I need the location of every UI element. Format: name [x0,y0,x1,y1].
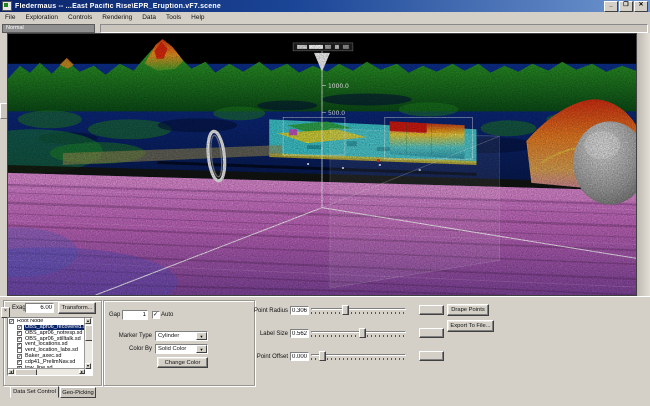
label-size-slider[interactable] [311,328,406,338]
checkbox[interactable] [17,325,22,330]
dataset-control-panel: × Exag: Transform... Root Node OBS_apr06… [0,296,650,406]
drape-points-button[interactable]: Drape Points [447,304,489,316]
tree-vertical-scrollbar[interactable]: ▲ ▼ [84,318,92,369]
point-radius-label: Point Radius [252,308,288,314]
chevron-down-icon[interactable]: ▼ [196,345,207,353]
label-size-extra-button [419,328,444,338]
application-window: Fledermaus -- ...East Pacific Rise\EPR_E… [0,0,650,405]
point-radius-slider[interactable] [311,305,406,315]
auto-label: Auto [161,312,173,318]
tab-geo-picking[interactable]: Geo-Picking [60,387,96,398]
toolbar-field [100,24,648,33]
point-radius-input[interactable] [290,306,309,315]
scene-3d-viewport[interactable]: 1000.0 500.0 [7,33,637,296]
slider-thumb[interactable] [319,351,326,361]
checkbox[interactable] [17,337,22,342]
menu-item-rendering[interactable]: Rendering [97,12,137,23]
exag-input[interactable] [25,303,54,313]
scroll-down-icon[interactable]: ▼ [85,363,91,369]
auto-checkbox[interactable] [152,311,160,319]
point-offset-input[interactable] [290,352,309,361]
slider-thumb[interactable] [359,328,366,338]
chevron-down-icon[interactable]: ▼ [196,332,207,340]
toolbar: Normal [0,23,650,33]
label-size-label: Label Size [252,331,288,337]
point-radius-extra-button [419,305,444,315]
slider-thumb[interactable] [342,305,349,315]
dataset-tree-rows: Root Node OBS_apr06_recovered.sd OBS_apr… [9,319,85,368]
menu-item-file[interactable]: File [0,12,20,23]
label-size-input[interactable] [290,329,309,338]
checkbox[interactable] [17,354,22,359]
tree-horizontal-scrollbar[interactable]: ◄ ► [8,368,85,375]
checkbox[interactable] [17,360,22,365]
menu-item-controls[interactable]: Controls [63,12,97,23]
color-by-dropdown[interactable]: Solid Color ▼ [155,344,208,354]
tab-data-set-control[interactable]: Data Set Control [10,386,59,398]
checkbox[interactable] [17,343,22,348]
viewport-right-frame [636,33,650,296]
close-button[interactable]: ✕ [634,1,648,12]
point-offset-slider[interactable] [311,351,406,361]
render-mode-box[interactable]: Normal [2,24,95,33]
scroll-right-icon[interactable]: ► [79,369,85,374]
scene-3d: 1000.0 500.0 [8,34,636,295]
checkbox[interactable] [17,348,22,353]
marker-type-dropdown[interactable]: Cylinder ▼ [155,331,208,341]
maximize-button[interactable]: ❐ [619,1,633,12]
title-bar: Fledermaus -- ...East Pacific Rise\EPR_E… [0,0,650,12]
checkbox[interactable] [17,331,22,336]
gap-label: Gap [109,312,120,318]
dataset-tree[interactable]: Root Node OBS_apr06_recovered.sd OBS_apr… [7,317,93,376]
menu-item-data[interactable]: Data [137,12,161,23]
menu-item-tools[interactable]: Tools [161,12,186,23]
menu-item-help[interactable]: Help [186,12,209,23]
gap-input[interactable] [122,310,148,320]
scroll-thumb[interactable] [85,325,93,341]
export-to-file-button[interactable]: Export To File... [447,320,494,332]
color-by-label: Color By [112,346,152,352]
checkbox[interactable] [9,319,14,324]
app-icon [2,1,12,11]
scroll-thumb[interactable] [15,369,37,376]
scroll-up-icon[interactable]: ▲ [85,318,91,324]
marker-type-value: Cylinder [158,333,179,339]
point-offset-extra-button [419,351,444,361]
viewport-left-margin [0,33,7,296]
menu-item-exploration[interactable]: Exploration [20,12,63,23]
point-offset-label: Point Offset [252,354,288,360]
window-title: Fledermaus -- ...East Pacific Rise\EPR_E… [15,3,221,10]
minimize-button[interactable]: _ [604,1,618,12]
change-color-button[interactable]: Change Color [157,357,208,368]
scroll-left-icon[interactable]: ◄ [8,369,14,374]
marker-type-label: Marker Type [112,333,152,339]
viewport-row: 1000.0 500.0 [0,33,650,296]
transform-button[interactable]: Transform... [58,302,96,314]
color-by-value: Solid Color [158,346,186,352]
